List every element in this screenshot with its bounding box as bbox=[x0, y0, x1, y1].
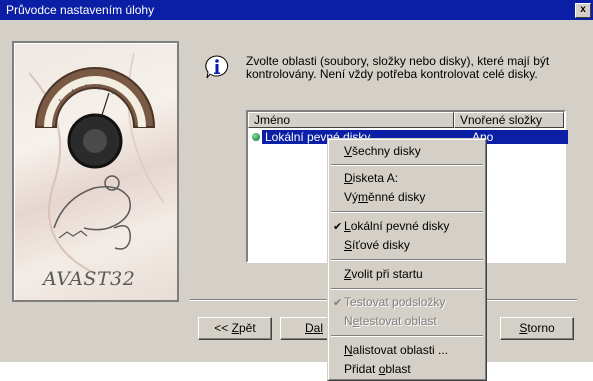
back-prefix: << bbox=[214, 321, 232, 335]
back-button[interactable]: << Zpět bbox=[198, 317, 272, 340]
back-key: Z bbox=[231, 321, 239, 335]
menu-item-test-subfolders[interactable]: Testovat podsložky bbox=[344, 294, 445, 311]
menu-separator bbox=[331, 211, 483, 213]
info-text: Zvolte oblasti (soubory, složky nebo dis… bbox=[246, 54, 550, 81]
menu-separator bbox=[331, 288, 483, 290]
cancel-button[interactable]: Storno bbox=[500, 317, 574, 340]
next-label: Dal bbox=[305, 321, 324, 335]
menu-item-add-area[interactable]: Přidat oblast bbox=[344, 361, 411, 378]
column-header-subfolders[interactable]: Vnořené složky bbox=[454, 112, 564, 128]
menu-item-all-disks[interactable]: Všechny disky bbox=[344, 143, 421, 160]
wizard-window: Průvodce nastavením úlohy x AVAST32 Zvol… bbox=[0, 0, 593, 362]
window-title: Průvodce nastavením úlohy bbox=[6, 3, 155, 17]
menu-separator bbox=[331, 335, 483, 337]
menu-separator bbox=[331, 259, 483, 261]
column-header-name[interactable]: Jméno bbox=[248, 112, 454, 128]
close-icon[interactable]: x bbox=[575, 3, 591, 18]
check-icon: ✔ bbox=[333, 221, 343, 233]
title-bar[interactable]: Průvodce nastavením úlohy x bbox=[0, 0, 593, 20]
menu-item-local-disks[interactable]: Lokální pevné disky bbox=[344, 218, 449, 235]
cancel-rest: torno bbox=[527, 321, 555, 335]
menu-item-network-disks[interactable]: Síťové disky bbox=[344, 237, 410, 254]
menu-item-browse-areas[interactable]: Nalistovat oblasti ... bbox=[344, 342, 448, 359]
context-menu: Všechny disky Disketa A: Výměnné disky ✔… bbox=[327, 138, 487, 381]
logo-text: AVAST32 bbox=[43, 268, 136, 290]
drive-icon bbox=[252, 133, 260, 141]
logo-art bbox=[28, 52, 165, 274]
menu-separator bbox=[331, 164, 483, 166]
menu-item-floppy-a[interactable]: Disketa A: bbox=[344, 170, 398, 187]
menu-item-removable-disks[interactable]: Výměnné disky bbox=[344, 189, 425, 206]
menu-item-select-at-startup[interactable]: Zvolit při startu bbox=[344, 266, 423, 283]
avast-logo-image: AVAST32 bbox=[12, 41, 179, 302]
info-icon bbox=[205, 55, 229, 79]
check-icon: ✔ bbox=[333, 297, 343, 309]
back-rest: pět bbox=[239, 321, 256, 335]
menu-item-do-not-test[interactable]: Netestovat oblast bbox=[344, 313, 437, 330]
